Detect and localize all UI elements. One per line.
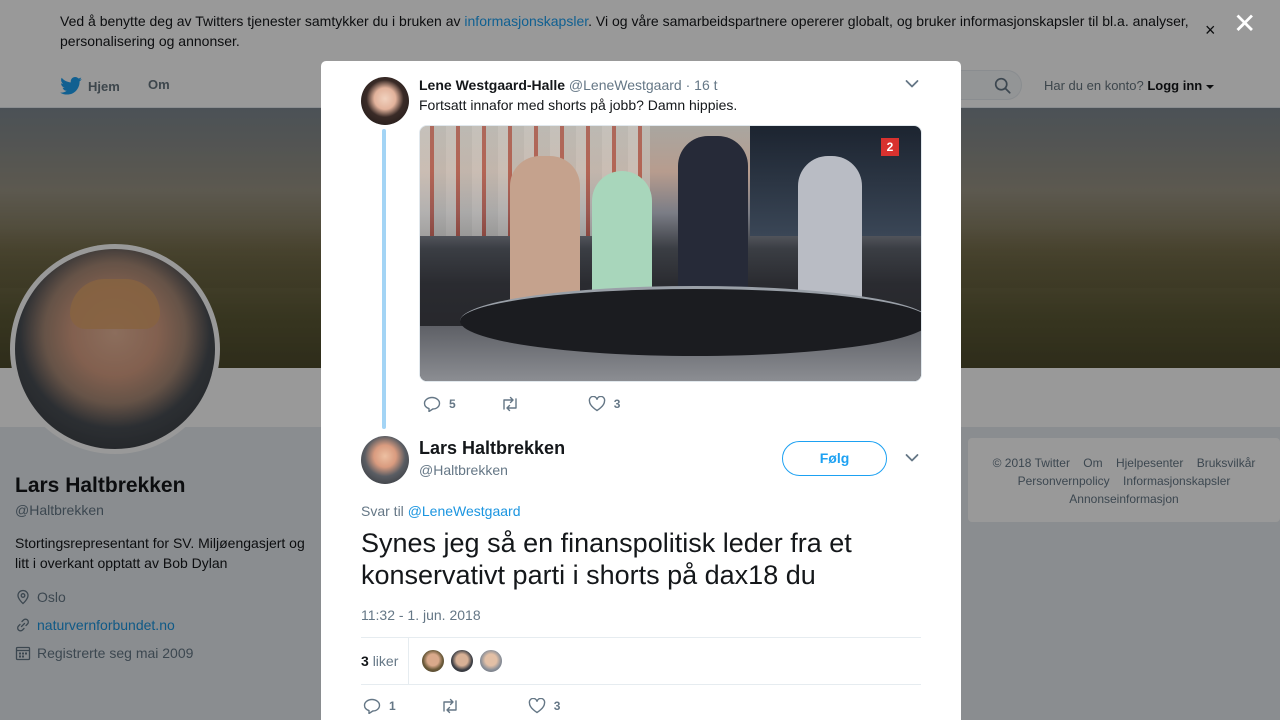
reply-count: 1: [389, 699, 396, 713]
reply-to-user-link[interactable]: @LeneWestgaard: [408, 503, 521, 519]
retweet-icon: [442, 698, 457, 714]
like-button[interactable]: 3: [588, 396, 621, 412]
reply-context: Svar til @LeneWestgaard: [361, 503, 521, 519]
heart-icon: [588, 396, 605, 412]
likes-stat-count: 3: [361, 653, 369, 669]
main-tweet-author-name[interactable]: Lars Haltbrekken: [419, 438, 565, 459]
context-tweet-photo[interactable]: 2: [419, 125, 922, 382]
channel-logo: 2: [881, 138, 899, 156]
liker-avatar[interactable]: [479, 649, 503, 673]
retweet-button[interactable]: [500, 396, 528, 412]
reply-icon: [363, 698, 381, 714]
close-modal-button[interactable]: ✕: [1233, 10, 1256, 38]
like-button[interactable]: 3: [528, 698, 561, 714]
context-tweet-time[interactable]: · 16 t: [686, 77, 718, 93]
liker-avatar[interactable]: [421, 649, 445, 673]
context-tweet-author-name[interactable]: Lene Westgaard-Halle: [419, 77, 565, 93]
reply-button[interactable]: 1: [363, 698, 396, 714]
main-tweet-actions: 1 3: [363, 697, 560, 715]
liker-avatar[interactable]: [450, 649, 474, 673]
main-tweet-avatar[interactable]: [361, 436, 409, 484]
reply-button[interactable]: 5: [423, 396, 456, 412]
context-tweet-actions: 5 3: [423, 395, 620, 413]
like-count: 3: [613, 397, 621, 411]
heart-icon: [528, 698, 545, 714]
reply-icon: [423, 396, 441, 412]
context-tweet-author-handle[interactable]: @LeneWestgaard: [569, 77, 682, 93]
chevron-down-icon[interactable]: [905, 453, 919, 463]
main-tweet-timestamp[interactable]: 11:32 - 1. jun. 2018: [361, 607, 481, 623]
thread-connector: [382, 129, 386, 429]
main-tweet-text: Synes jeg så en finanspolitisk leder fra…: [361, 528, 852, 590]
reply-count: 5: [449, 397, 456, 411]
likes-stat-label: liker: [372, 653, 399, 669]
tweet-stats: 3 liker: [361, 637, 921, 685]
context-tweet-header: Lene Westgaard-Halle @LeneWestgaard · 16…: [419, 77, 899, 93]
retweet-icon: [502, 396, 517, 412]
likes-stat[interactable]: 3 liker: [361, 653, 409, 669]
chevron-down-icon[interactable]: [905, 79, 919, 89]
tweet-permalink-modal: Lene Westgaard-Halle @LeneWestgaard · 16…: [321, 61, 961, 720]
follow-button[interactable]: Følg: [782, 441, 887, 476]
retweet-button[interactable]: [440, 698, 468, 714]
like-count: 3: [553, 699, 561, 713]
main-tweet-author-handle[interactable]: @Haltbrekken: [419, 462, 508, 478]
context-tweet-text: Fortsatt innafor med shorts på jobb? Dam…: [419, 97, 738, 113]
context-tweet-avatar[interactable]: [361, 77, 409, 125]
